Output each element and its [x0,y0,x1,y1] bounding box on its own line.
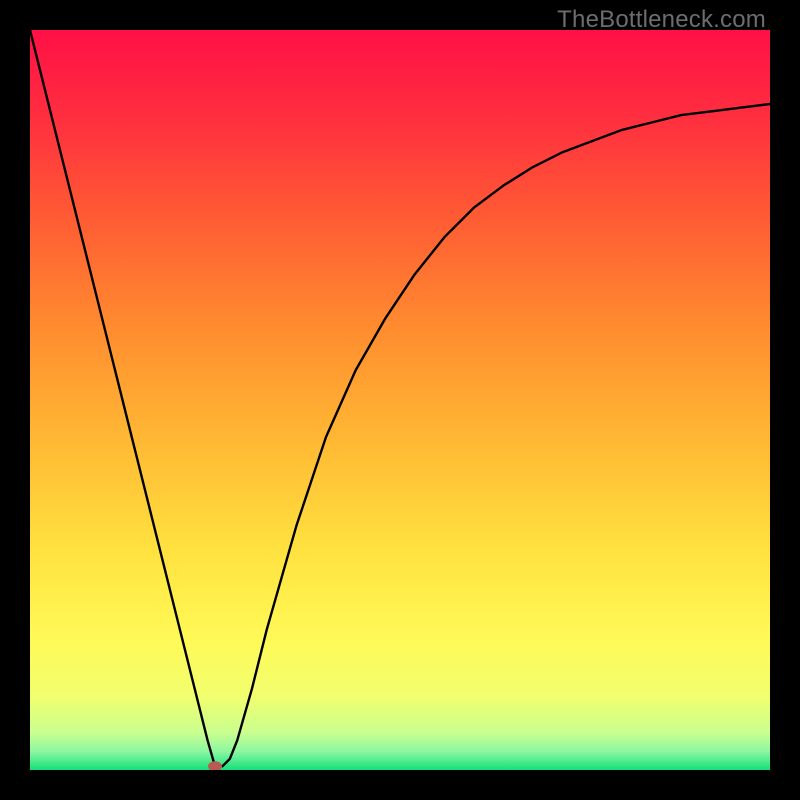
gradient-background [30,30,770,770]
chart-container: TheBottleneck.com [0,0,800,800]
plot-area [30,30,770,770]
chart-svg [30,30,770,770]
